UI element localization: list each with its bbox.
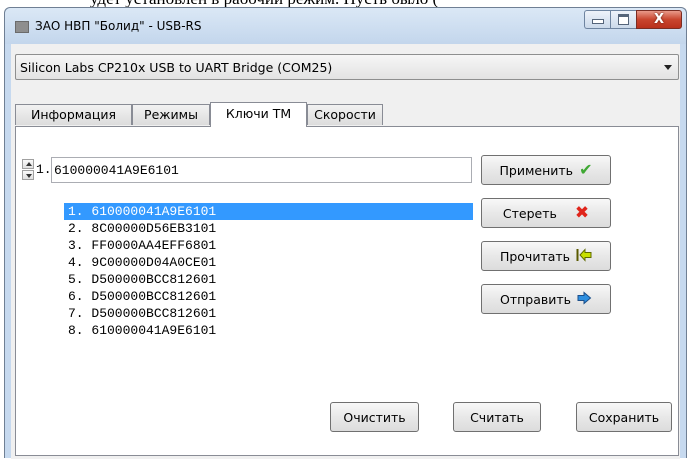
- window-controls: X: [584, 10, 682, 30]
- title-bar[interactable]: ЗАО НВП "Болид" - USB-RS X: [5, 8, 686, 44]
- send-button[interactable]: Отправить: [481, 284, 611, 314]
- check-icon: ✔: [579, 160, 593, 179]
- key-list[interactable]: 1. 610000041A9E6101 2. 8C00000D56EB3101 …: [64, 203, 473, 383]
- count-button[interactable]: Считать: [453, 402, 541, 432]
- list-item[interactable]: 2. 8C00000D56EB3101: [64, 220, 473, 237]
- apply-button[interactable]: Применить ✔: [481, 155, 611, 185]
- list-item[interactable]: 5. D500000BCC812601: [64, 271, 473, 288]
- read-arrow-icon: [576, 247, 592, 265]
- window-client-area: Silicon Labs CP210x USB to UART Bridge (…: [11, 44, 680, 459]
- key-index-label: 1.: [36, 162, 52, 177]
- tm-keys-panel: 1. 1. 610000041A9E6101 2. 8C00000D56EB31…: [15, 126, 679, 456]
- list-item[interactable]: 6. D500000BCC812601: [64, 288, 473, 305]
- tab-speeds[interactable]: Скорости: [307, 104, 383, 125]
- list-item[interactable]: 7. D500000BCC812601: [64, 305, 473, 322]
- list-item[interactable]: 8. 610000041A9E6101: [64, 322, 473, 339]
- key-index-spinner[interactable]: [22, 159, 34, 180]
- device-select[interactable]: Silicon Labs CP210x USB to UART Bridge (…: [15, 54, 679, 80]
- maximize-icon: [618, 14, 629, 25]
- device-select-value: Silicon Labs CP210x USB to UART Bridge (…: [20, 60, 333, 75]
- list-item[interactable]: 4. 9C00000D04A0CE01: [64, 254, 473, 271]
- window-title: ЗАО НВП "Болид" - USB-RS: [35, 19, 202, 33]
- app-icon: [15, 21, 29, 33]
- read-button[interactable]: Прочитать: [481, 241, 611, 271]
- minimize-icon: [591, 19, 604, 24]
- send-button-label: Отправить: [499, 291, 572, 307]
- spinner-down-icon[interactable]: [22, 170, 34, 180]
- tab-information[interactable]: Информация: [15, 104, 132, 125]
- list-item[interactable]: 1. 610000041A9E6101: [64, 203, 473, 220]
- tab-tm-keys[interactable]: Ключи ТМ: [210, 102, 307, 127]
- read-button-label: Прочитать: [499, 248, 571, 264]
- send-arrow-icon: [577, 291, 592, 308]
- tab-modes[interactable]: Режимы: [132, 104, 210, 125]
- key-code-input[interactable]: [51, 157, 472, 183]
- minimize-button[interactable]: [584, 10, 610, 29]
- erase-button-label: Стереть: [502, 205, 557, 221]
- app-window: ЗАО НВП "Болид" - USB-RS X Silicon Labs …: [4, 7, 687, 459]
- clear-button[interactable]: Очистить: [330, 402, 419, 432]
- spinner-up-icon[interactable]: [22, 159, 34, 169]
- apply-button-label: Применить: [499, 162, 574, 178]
- close-button[interactable]: X: [636, 10, 682, 29]
- cross-icon: ✖: [574, 202, 590, 223]
- erase-button[interactable]: Стереть ✖: [481, 198, 611, 228]
- chevron-down-icon: [664, 65, 672, 70]
- list-item[interactable]: 3. FF0000AA4EFF6801: [64, 237, 473, 254]
- maximize-button[interactable]: [610, 10, 636, 29]
- close-icon: X: [653, 12, 665, 27]
- save-button[interactable]: Сохранить: [576, 402, 672, 432]
